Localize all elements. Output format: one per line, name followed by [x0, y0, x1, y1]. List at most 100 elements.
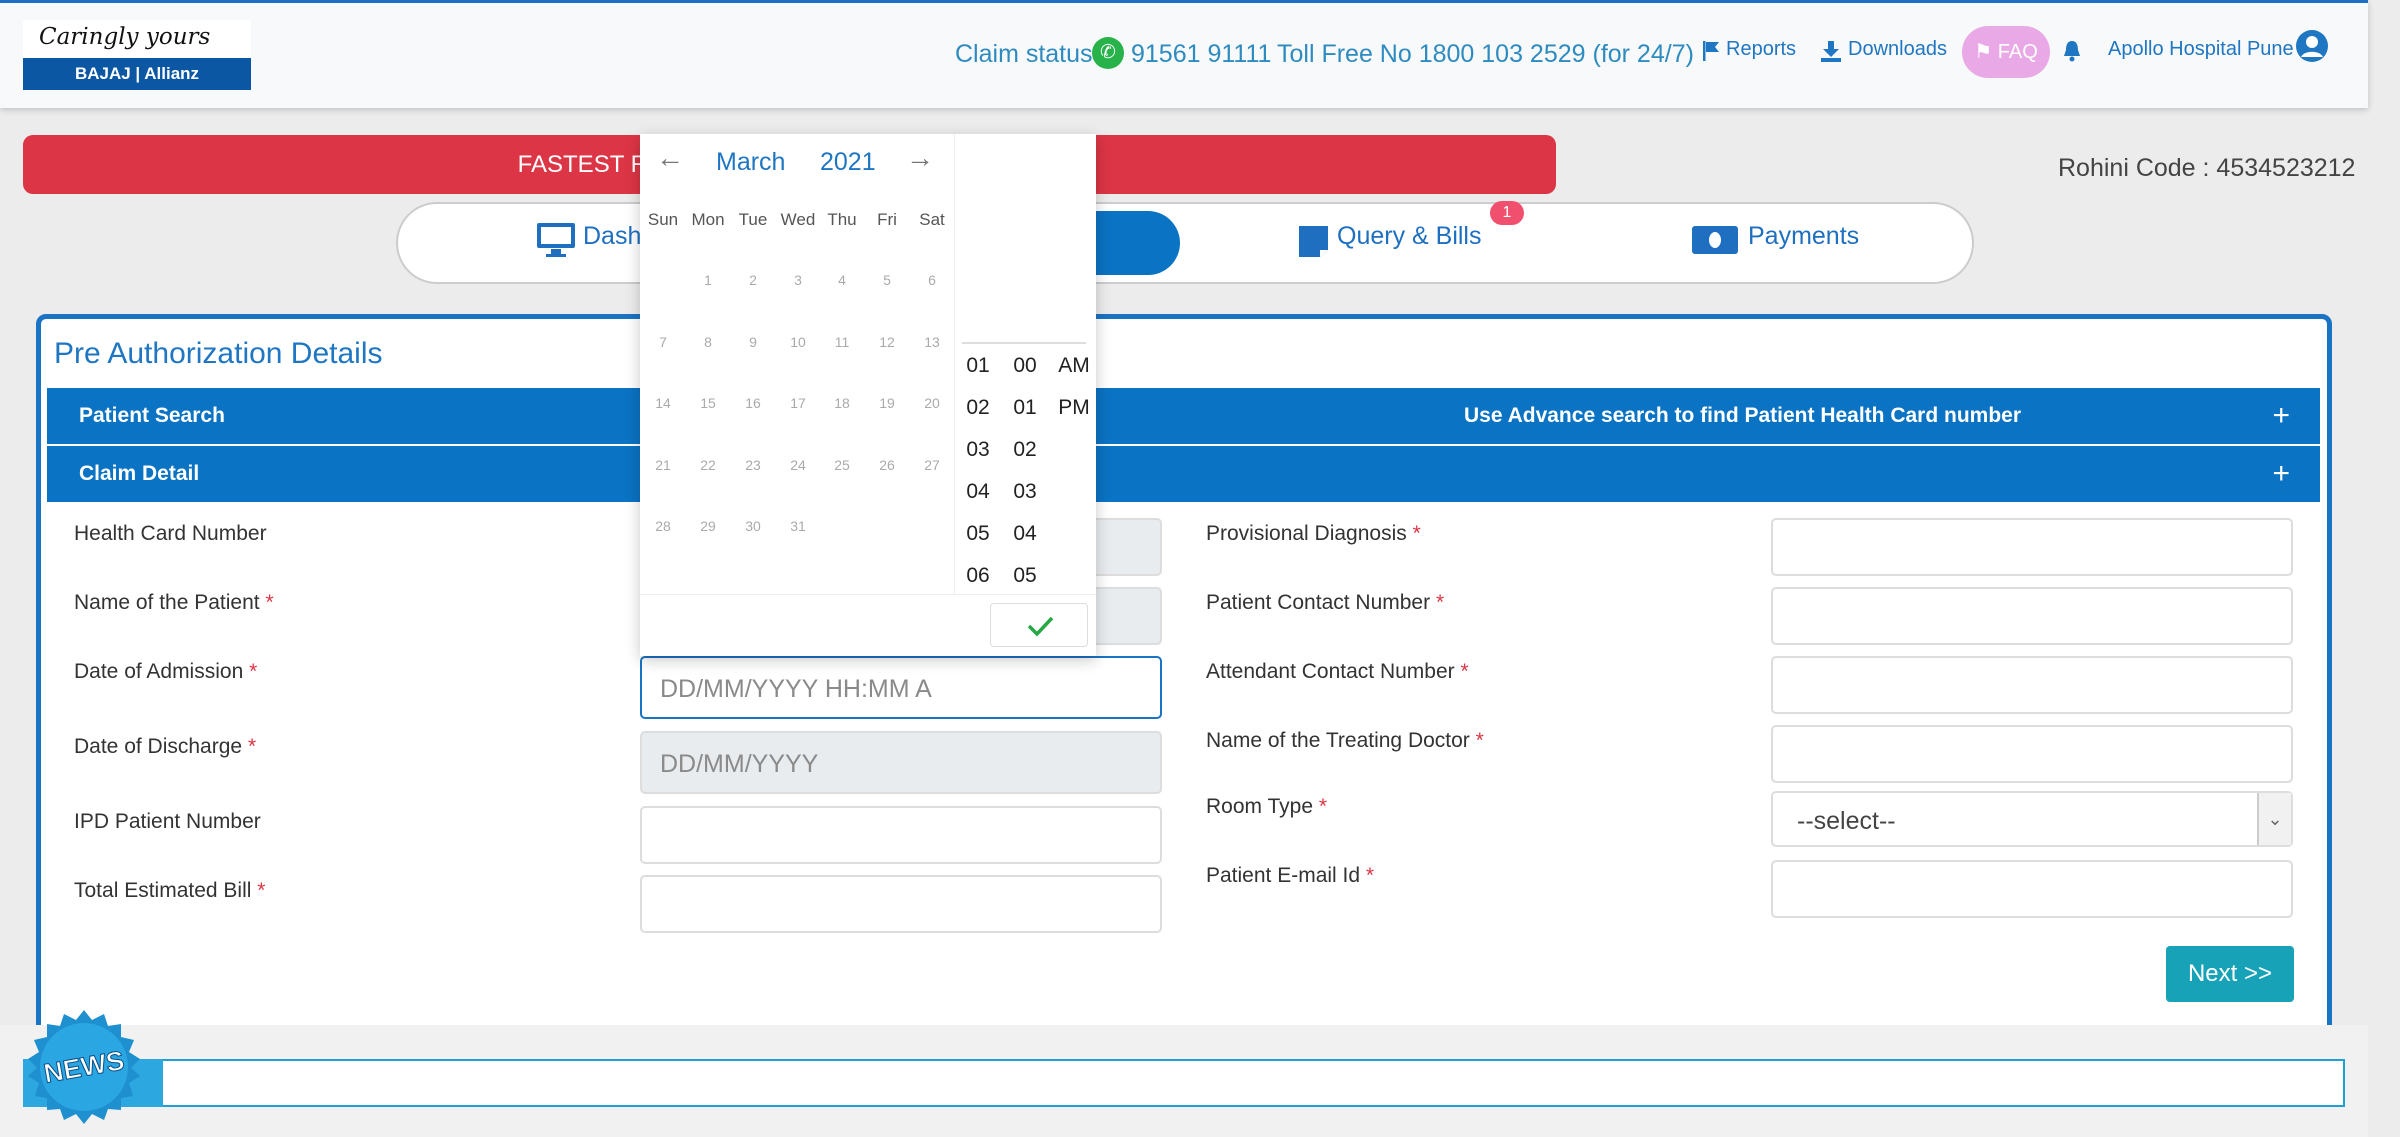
payments-icon[interactable] — [1692, 226, 1738, 254]
room-type-select[interactable]: --select-- ⌄ — [1771, 791, 2293, 847]
calendar-day[interactable]: 1 — [686, 272, 730, 288]
patient-search-label: Patient Search — [79, 404, 225, 427]
bills-icon[interactable] — [1298, 224, 1330, 258]
calendar-day[interactable]: 17 — [776, 395, 820, 411]
toll-free-number: Toll Free No 1800 103 2529 (for 24/7) — [1277, 40, 1694, 68]
flag-icon[interactable] — [1702, 41, 1720, 61]
calendar-day[interactable]: 26 — [865, 457, 909, 473]
calendar-day[interactable]: 6 — [910, 272, 954, 288]
calendar-day[interactable]: 28 — [641, 518, 685, 534]
logo-tagline: Caringly yours — [39, 24, 211, 50]
checkmark-icon — [1027, 616, 1054, 637]
advance-search-hint[interactable]: Use Advance search to find Patient Healt… — [1464, 388, 2021, 444]
download-icon[interactable] — [1820, 40, 1842, 62]
calendar-day[interactable]: 13 — [910, 334, 954, 350]
faq-flag-icon: ⚑ — [1974, 41, 1993, 63]
calendar-day[interactable]: 16 — [731, 395, 775, 411]
weekday-label: Mon — [691, 210, 725, 229]
admission-date-placeholder: DD/MM/YYYY HH:MM A — [660, 675, 932, 703]
user-icon[interactable] — [2296, 30, 2328, 62]
confirm-button[interactable] — [990, 603, 1088, 647]
admission-date-field[interactable]: DD/MM/YYYY HH:MM A — [640, 656, 1162, 719]
meridiem-option[interactable]: PM — [1052, 396, 1096, 420]
year-selector[interactable]: 2021 — [820, 148, 876, 177]
minute-option[interactable]: 04 — [1003, 522, 1047, 546]
bell-icon[interactable] — [2062, 40, 2082, 62]
weekday-label: Sat — [919, 210, 945, 229]
user-name[interactable]: Apollo Hospital Pune — [2108, 38, 2294, 61]
calendar-day[interactable]: 29 — [686, 518, 730, 534]
hour-option[interactable]: 06 — [956, 564, 1000, 588]
hour-option[interactable]: 02 — [956, 396, 1000, 420]
calendar-day[interactable]: 25 — [820, 457, 864, 473]
discharge-date-field[interactable]: DD/MM/YYYY — [640, 731, 1162, 794]
calendar-day[interactable]: 27 — [910, 457, 954, 473]
calendar-day[interactable]: 12 — [865, 334, 909, 350]
minute-option[interactable]: 05 — [1003, 564, 1047, 588]
calendar-day[interactable]: 31 — [776, 518, 820, 534]
news-badge: NEWS — [28, 1010, 140, 1124]
claim-detail-header[interactable]: Claim Detail + — [47, 446, 2320, 502]
meridiem-option[interactable]: AM — [1052, 354, 1096, 378]
bajaj-allianz-logo[interactable]: Caringly yours BAJAJ | Allianz — [23, 20, 251, 90]
expand-claim-detail-icon[interactable]: + — [2272, 446, 2290, 502]
hour-option[interactable]: 04 — [956, 480, 1000, 504]
minute-option[interactable]: 03 — [1003, 480, 1047, 504]
treating-doctor-field[interactable] — [1771, 725, 2293, 783]
attendant-contact-field[interactable] — [1771, 656, 2293, 714]
calendar-day[interactable]: 8 — [686, 334, 730, 350]
calendar-day[interactable]: 11 — [820, 334, 864, 350]
admission-date-label: Date of Admission * — [74, 660, 258, 683]
calendar-day[interactable]: 21 — [641, 457, 685, 473]
hour-option[interactable]: 05 — [956, 522, 1000, 546]
calendar-day[interactable]: 15 — [686, 395, 730, 411]
calendar-day[interactable]: 4 — [820, 272, 864, 288]
expand-patient-search-icon[interactable]: + — [2272, 388, 2290, 444]
estimated-bill-field[interactable] — [640, 875, 1162, 933]
calendar-day[interactable]: 22 — [686, 457, 730, 473]
chevron-down-icon[interactable]: ⌄ — [2257, 793, 2291, 845]
calendar-day[interactable]: 30 — [731, 518, 775, 534]
weekday-label: Thu — [827, 210, 857, 229]
room-type-selected: --select-- — [1797, 807, 1896, 835]
query-count-badge: 1 — [1490, 201, 1524, 225]
patient-search-header[interactable]: Patient Search Use Advance search to fin… — [47, 388, 2320, 444]
calendar-day[interactable]: 23 — [731, 457, 775, 473]
next-month-arrow[interactable]: → — [906, 142, 934, 174]
reports-link[interactable]: Reports — [1726, 38, 1796, 61]
patient-email-field[interactable] — [1771, 860, 2293, 918]
next-button[interactable]: Next >> — [2166, 946, 2294, 1002]
ipd-patient-number-field[interactable] — [640, 806, 1162, 864]
calendar-day[interactable]: 2 — [731, 272, 775, 288]
provisional-diagnosis-field[interactable] — [1771, 518, 2293, 576]
downloads-link[interactable]: Downloads — [1848, 38, 1947, 61]
tab-payments[interactable]: Payments — [1748, 222, 1859, 251]
calendar-day[interactable]: 24 — [776, 457, 820, 473]
whatsapp-number[interactable]: 91561 91111 — [1131, 40, 1271, 69]
prev-month-arrow[interactable]: ← — [656, 142, 684, 174]
calendar-day[interactable]: 5 — [865, 272, 909, 288]
hour-option[interactable]: 01 — [956, 354, 1000, 378]
claim-status-label[interactable]: Claim status — [955, 40, 1093, 69]
calendar-day[interactable]: 20 — [910, 395, 954, 411]
calendar-day[interactable]: 10 — [776, 334, 820, 350]
hour-option[interactable]: 03 — [956, 438, 1000, 462]
calendar-day[interactable]: 14 — [641, 395, 685, 411]
faq-button[interactable]: ⚑ FAQ — [1962, 26, 2050, 78]
tab-query-bills[interactable]: Query & Bills — [1337, 222, 1481, 251]
minute-option[interactable]: 02 — [1003, 438, 1047, 462]
news-ticker[interactable] — [23, 1059, 2345, 1107]
calendar-day[interactable]: 19 — [865, 395, 909, 411]
picker-divider — [954, 134, 955, 594]
minute-option[interactable]: 01 — [1003, 396, 1047, 420]
patient-contact-field[interactable] — [1771, 587, 2293, 645]
month-selector[interactable]: March — [716, 148, 785, 177]
minute-option[interactable]: 00 — [1003, 354, 1047, 378]
calendar-day[interactable]: 18 — [820, 395, 864, 411]
calendar-day[interactable]: 7 — [641, 334, 685, 350]
whatsapp-icon[interactable]: ✆ — [1092, 37, 1124, 69]
calendar-day[interactable]: 3 — [776, 272, 820, 288]
calendar-day[interactable]: 9 — [731, 334, 775, 350]
monitor-icon[interactable] — [536, 222, 576, 258]
weekday-label: Sun — [647, 210, 679, 229]
